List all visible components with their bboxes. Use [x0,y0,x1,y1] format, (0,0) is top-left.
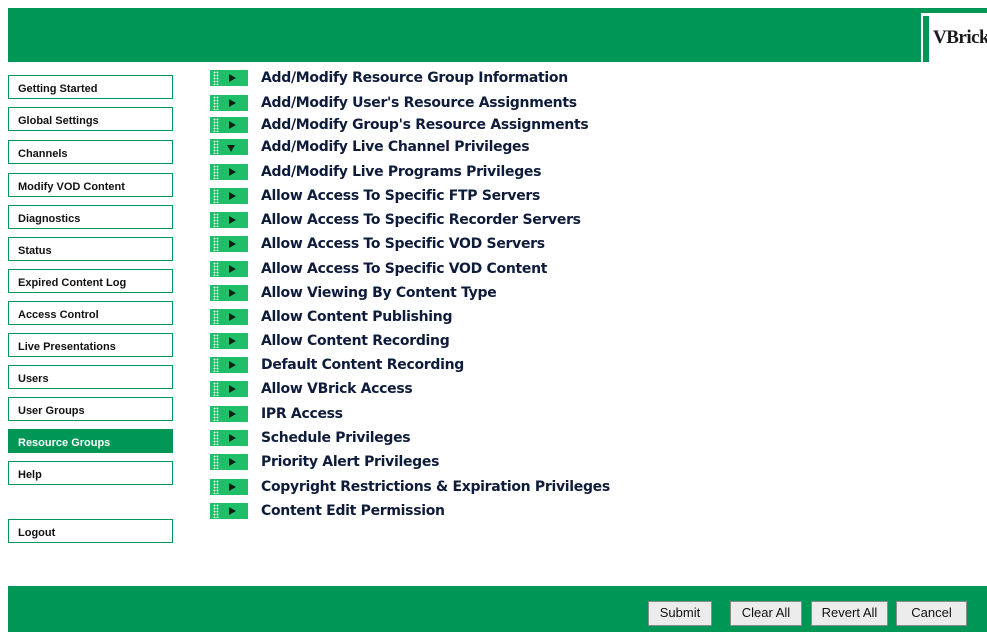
expand-arrow-icon[interactable] [210,406,248,422]
footer-bar: Submit Clear All Revert All Cancel [8,586,987,632]
expand-arrow-icon[interactable] [210,503,248,519]
menu-item-recorder-servers[interactable]: Allow Access To Specific Recorder Server… [210,211,910,229]
expand-arrow-icon[interactable] [210,357,248,373]
expand-arrow-icon[interactable] [210,212,248,228]
sidebar-item-global-settings[interactable]: Global Settings [8,107,173,131]
menu-item-content-edit-permission[interactable]: Content Edit Permission [210,502,910,520]
sidebar-item-help[interactable]: Help [8,461,173,485]
menu-item-label[interactable]: Add/Modify Live Programs Privileges [261,164,541,180]
header-bar: VBrick [8,8,987,63]
menu-item-label[interactable]: IPR Access [261,406,343,422]
menu-item-label[interactable]: Schedule Privileges [261,430,411,446]
sidebar-item-access-control[interactable]: Access Control [8,301,173,325]
menu-item-label[interactable]: Allow VBrick Access [261,381,413,397]
menu-item-label[interactable]: Add/Modify Resource Group Information [261,70,568,86]
logo-text: VBrick [933,27,987,48]
menu-item-resource-group-information[interactable]: Add/Modify Resource Group Information [210,69,910,87]
expand-arrow-icon[interactable] [210,261,248,277]
sidebar-item-resource-groups[interactable]: Resource Groups [8,429,173,453]
expand-arrow-icon[interactable] [210,70,248,86]
sidebar-item-diagnostics[interactable]: Diagnostics [8,205,173,229]
cancel-button[interactable]: Cancel [896,601,967,626]
menu-item-label[interactable]: Content Edit Permission [261,503,445,519]
menu-item-viewing-by-content-type[interactable]: Allow Viewing By Content Type [210,284,910,302]
expand-arrow-icon[interactable] [210,309,248,325]
expand-arrow-icon[interactable] [210,236,248,252]
sidebar-item-status[interactable]: Status [8,237,173,261]
expand-arrow-icon[interactable] [210,430,248,446]
logout-button[interactable]: Logout [8,519,173,543]
menu-item-label[interactable]: Default Content Recording [261,357,464,373]
menu-item-ipr-access[interactable]: IPR Access [210,405,910,423]
menu-item-label[interactable]: Priority Alert Privileges [261,454,439,470]
submit-button[interactable]: Submit [648,601,712,626]
menu-item-schedule-privileges[interactable]: Schedule Privileges [210,429,910,447]
menu-item-label[interactable]: Add/Modify Live Channel Privileges [261,139,530,155]
vbrick-logo: VBrick [921,11,987,63]
menu-item-label[interactable]: Copyright Restrictions & Expiration Priv… [261,479,610,495]
menu-item-label[interactable]: Add/Modify Group's Resource Assignments [261,117,589,133]
sidebar-item-live-presentations[interactable]: Live Presentations [8,333,173,357]
revert-all-button[interactable]: Revert All [811,601,888,626]
menu-item-label[interactable]: Allow Access To Specific FTP Servers [261,188,540,204]
menu-item-priority-alert-privileges[interactable]: Priority Alert Privileges [210,453,910,471]
expand-arrow-icon[interactable] [210,285,248,301]
expand-arrow-icon[interactable] [210,381,248,397]
menu-item-vbrick-access[interactable]: Allow VBrick Access [210,380,910,398]
collapse-arrow-icon[interactable] [210,139,248,155]
menu-item-label[interactable]: Allow Access To Specific VOD Content [261,261,547,277]
clear-all-button[interactable]: Clear All [730,601,802,626]
menu-item-live-programs-privileges[interactable]: Add/Modify Live Programs Privileges [210,163,910,181]
expand-arrow-icon[interactable] [210,454,248,470]
sidebar-item-expired-content-log[interactable]: Expired Content Log [8,269,173,293]
expand-arrow-icon[interactable] [210,164,248,180]
menu-item-label[interactable]: Allow Access To Specific Recorder Server… [261,212,581,228]
sidebar-item-getting-started[interactable]: Getting Started [8,75,173,99]
menu-item-label[interactable]: Add/Modify User's Resource Assignments [261,95,577,111]
menu-item-content-publishing[interactable]: Allow Content Publishing [210,308,910,326]
menu-item-group-resource-assignments[interactable]: Add/Modify Group's Resource Assignments [210,116,910,134]
menu-item-content-recording[interactable]: Allow Content Recording [210,332,910,350]
menu-item-live-channel-privileges[interactable]: Add/Modify Live Channel Privileges [210,138,910,156]
sidebar-item-users[interactable]: Users [8,365,173,389]
menu-item-label[interactable]: Allow Content Recording [261,333,450,349]
menu-item-label[interactable]: Allow Access To Specific VOD Servers [261,236,545,252]
expand-arrow-icon[interactable] [210,333,248,349]
expand-arrow-icon[interactable] [210,95,248,111]
sidebar-item-channels[interactable]: Channels [8,140,173,164]
menu-item-vod-servers[interactable]: Allow Access To Specific VOD Servers [210,235,910,253]
menu-item-label[interactable]: Allow Content Publishing [261,309,452,325]
menu-item-default-content-recording[interactable]: Default Content Recording [210,356,910,374]
menu-item-ftp-servers[interactable]: Allow Access To Specific FTP Servers [210,187,910,205]
expand-arrow-icon[interactable] [210,117,248,133]
menu-item-label[interactable]: Allow Viewing By Content Type [261,285,497,301]
menu-item-user-resource-assignments[interactable]: Add/Modify User's Resource Assignments [210,94,910,112]
menu-item-vod-content[interactable]: Allow Access To Specific VOD Content [210,260,910,278]
expand-arrow-icon[interactable] [210,479,248,495]
menu-item-copyright-expiration-privileges[interactable]: Copyright Restrictions & Expiration Priv… [210,478,910,496]
sidebar-item-modify-vod-content[interactable]: Modify VOD Content [8,173,173,197]
sidebar-item-user-groups[interactable]: User Groups [8,397,173,421]
expand-arrow-icon[interactable] [210,188,248,204]
